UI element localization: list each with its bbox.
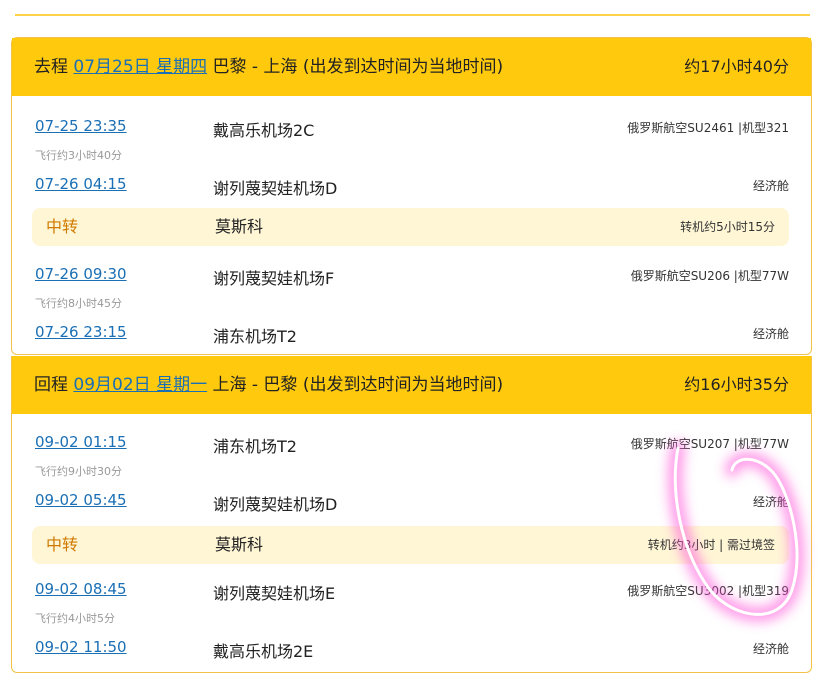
flight-duration: 飞行约9小时30分 [35, 465, 122, 478]
arrival-time-link[interactable]: 09-02 11:50 [35, 638, 127, 656]
transfer-bar: 中转 莫斯科 转机约5小时15分 [32, 208, 789, 246]
departure-airport: 谢列蔑契娃机场F [213, 269, 335, 288]
transfer-city: 莫斯科 [215, 217, 264, 236]
flight-duration: 飞行约3小时40分 [35, 149, 122, 162]
transfer-label: 中转 [46, 535, 79, 554]
segment-departure-row: 07-25 23:35 戴高乐机场2C 俄罗斯航空SU2461 |机型321 [12, 117, 811, 141]
departure-time-link[interactable]: 09-02 01:15 [35, 433, 127, 451]
departure-airport: 戴高乐机场2C [213, 121, 315, 140]
flight-info: 俄罗斯航空SU2461 |机型321 [627, 121, 789, 135]
trip-type-label: 去程 [34, 57, 68, 77]
outbound-date-link[interactable]: 07月25日 星期四 [73, 57, 207, 77]
flight-info: 俄罗斯航空SU207 |机型77W [630, 437, 789, 451]
departure-time-link[interactable]: 07-26 09:30 [35, 265, 127, 283]
return-header: 回程 09月02日 星期一 上海 - 巴黎 (出发到达时间为当地时间) 约16小… [12, 356, 811, 414]
segment-arrival-row: 07-26 04:15 谢列蔑契娃机场D 经济舱 [12, 175, 811, 199]
arrival-airport: 浦东机场T2 [213, 327, 297, 346]
arrival-airport: 谢列蔑契娃机场D [213, 179, 338, 198]
segment-departure-row: 07-26 09:30 谢列蔑契娃机场F 俄罗斯航空SU206 |机型77W [12, 265, 811, 289]
cabin-class: 经济舱 [752, 327, 789, 341]
cabin-class: 经济舱 [752, 179, 789, 193]
return-total-duration: 约16小时35分 [684, 375, 789, 394]
flight-info: 俄罗斯航空SU206 |机型77W [630, 269, 789, 283]
segment-departure-row: 09-02 08:45 谢列蔑契娃机场E 俄罗斯航空SU3002 |机型319 [12, 580, 811, 604]
transfer-label: 中转 [46, 217, 79, 236]
transfer-info: 转机约3小时 | 需过境签 [647, 538, 775, 552]
segment-arrival-row: 09-02 11:50 戴高乐机场2E 经济舱 [12, 638, 811, 662]
arrival-airport: 谢列蔑契娃机场D [213, 495, 338, 514]
transfer-info: 转机约5小时15分 [680, 220, 775, 234]
outbound-header: 去程 07月25日 星期四 巴黎 - 上海 (出发到达时间为当地时间) 约17小… [12, 38, 811, 96]
segment-arrival-row: 09-02 05:45 谢列蔑契娃机场D 经济舱 [12, 491, 811, 515]
return-trip-card: 回程 09月02日 星期一 上海 - 巴黎 (出发到达时间为当地时间) 约16小… [11, 356, 812, 673]
arrival-time-link[interactable]: 07-26 04:15 [35, 175, 127, 193]
return-date-link[interactable]: 09月02日 星期一 [73, 375, 207, 395]
flight-duration: 飞行约4小时5分 [35, 612, 115, 625]
transfer-bar: 中转 莫斯科 转机约3小时 | 需过境签 [32, 526, 789, 564]
flight-duration: 飞行约8小时45分 [35, 297, 122, 310]
top-divider [15, 14, 810, 16]
return-route: 上海 - 巴黎 (出发到达时间为当地时间) [212, 375, 504, 395]
outbound-trip-card: 去程 07月25日 星期四 巴黎 - 上海 (出发到达时间为当地时间) 约17小… [11, 37, 812, 355]
departure-time-link[interactable]: 07-25 23:35 [35, 117, 127, 135]
cabin-class: 经济舱 [752, 495, 789, 509]
trip-type-label: 回程 [34, 375, 68, 395]
arrival-time-link[interactable]: 09-02 05:45 [35, 491, 127, 509]
departure-airport: 谢列蔑契娃机场E [213, 584, 336, 603]
segment-arrival-row: 07-26 23:15 浦东机场T2 经济舱 [12, 323, 811, 347]
outbound-total-duration: 约17小时40分 [684, 57, 789, 76]
outbound-route: 巴黎 - 上海 (出发到达时间为当地时间) [212, 57, 504, 77]
cabin-class: 经济舱 [752, 642, 789, 656]
transfer-city: 莫斯科 [215, 535, 264, 554]
arrival-time-link[interactable]: 07-26 23:15 [35, 323, 127, 341]
segment-departure-row: 09-02 01:15 浦东机场T2 俄罗斯航空SU207 |机型77W [12, 433, 811, 457]
flight-info: 俄罗斯航空SU3002 |机型319 [627, 584, 789, 598]
departure-time-link[interactable]: 09-02 08:45 [35, 580, 127, 598]
departure-airport: 浦东机场T2 [213, 437, 297, 456]
arrival-airport: 戴高乐机场2E [213, 642, 314, 661]
